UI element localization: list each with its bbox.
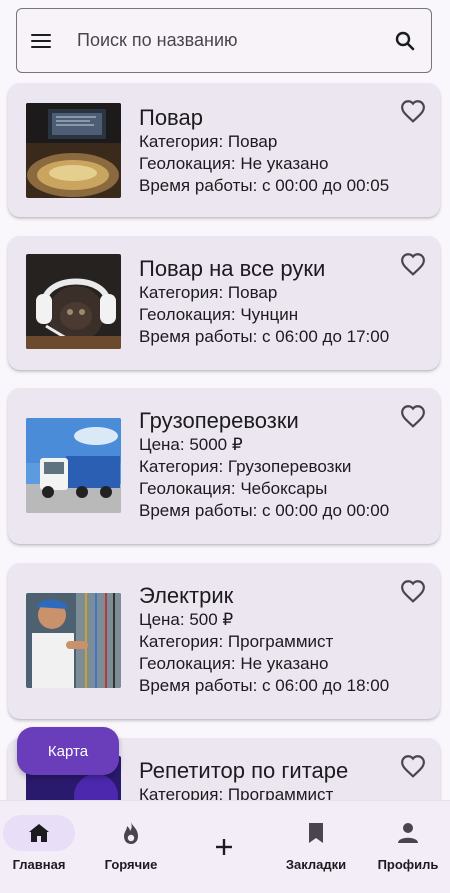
favorite-heart-icon[interactable] xyxy=(400,252,426,281)
favorite-heart-icon[interactable] xyxy=(400,754,426,783)
service-hours: Время работы: с 00:00 до 00:00 xyxy=(139,501,390,520)
service-location: Геолокация: Не указано xyxy=(139,654,329,673)
service-price: Цена: 5000 ₽ xyxy=(139,435,243,454)
nav-item-profile[interactable]: Профиль xyxy=(368,815,448,872)
service-title: Репетитор по гитаре xyxy=(139,758,349,783)
bookmark-icon xyxy=(280,815,352,851)
home-icon xyxy=(3,815,75,851)
profile-icon xyxy=(372,815,444,851)
service-title: Электрик xyxy=(139,583,234,608)
service-hours: Время работы: с 00:00 до 00:05 xyxy=(139,176,390,195)
nav-label-bookmarks: Закладки xyxy=(285,857,347,872)
search-bar[interactable]: Поиск по названию xyxy=(16,8,432,73)
menu-icon[interactable] xyxy=(31,29,55,53)
service-image xyxy=(26,103,121,198)
service-card[interactable]: Повар на все руки Категория: Повар Геоло… xyxy=(8,236,440,370)
service-card[interactable]: Повар Категория: Повар Геолокация: Не ук… xyxy=(8,83,440,217)
nav-label-hot: Горячие xyxy=(104,857,158,872)
service-image xyxy=(26,254,121,349)
nav-label-profile: Профиль xyxy=(377,857,439,872)
add-icon xyxy=(188,829,260,865)
nav-item-home[interactable]: Главная xyxy=(0,815,79,872)
service-category: Категория: Повар xyxy=(139,132,278,151)
service-hours: Время работы: с 06:00 до 17:00 xyxy=(139,327,390,346)
service-location: Геолокация: Чебоксары xyxy=(139,479,328,498)
service-category: Категория: Повар xyxy=(139,283,278,302)
service-image xyxy=(26,593,121,688)
favorite-heart-icon[interactable] xyxy=(400,579,426,608)
service-card[interactable]: Электрик Цена: 500 ₽ Категория: Программ… xyxy=(8,563,440,719)
nav-item-add[interactable] xyxy=(184,815,264,865)
service-image xyxy=(26,418,121,513)
nav-label-home: Главная xyxy=(12,857,66,872)
search-icon[interactable] xyxy=(393,29,417,53)
service-location: Геолокация: Не указано xyxy=(139,154,329,173)
service-category: Категория: Программист xyxy=(139,632,334,651)
bottom-navigation: Главная Горячие Закладки Профиль xyxy=(0,800,450,893)
service-title: Грузоперевозки xyxy=(139,408,299,433)
fire-icon xyxy=(95,815,167,851)
service-card[interactable]: Грузоперевозки Цена: 5000 ₽ Категория: Г… xyxy=(8,388,440,544)
service-category: Категория: Грузоперевозки xyxy=(139,457,352,476)
service-price: Цена: 500 ₽ xyxy=(139,610,234,629)
service-title: Повар xyxy=(139,105,203,130)
service-title: Повар на все руки xyxy=(139,256,326,281)
map-button[interactable]: Карта xyxy=(17,727,119,775)
favorite-heart-icon[interactable] xyxy=(400,99,426,128)
search-input[interactable]: Поиск по названию xyxy=(77,30,393,51)
nav-item-hot[interactable]: Горячие xyxy=(91,815,171,872)
service-location: Геолокация: Чунцин xyxy=(139,305,299,324)
service-hours: Время работы: с 06:00 до 18:00 xyxy=(139,676,390,695)
favorite-heart-icon[interactable] xyxy=(400,404,426,433)
nav-item-bookmarks[interactable]: Закладки xyxy=(276,815,356,872)
